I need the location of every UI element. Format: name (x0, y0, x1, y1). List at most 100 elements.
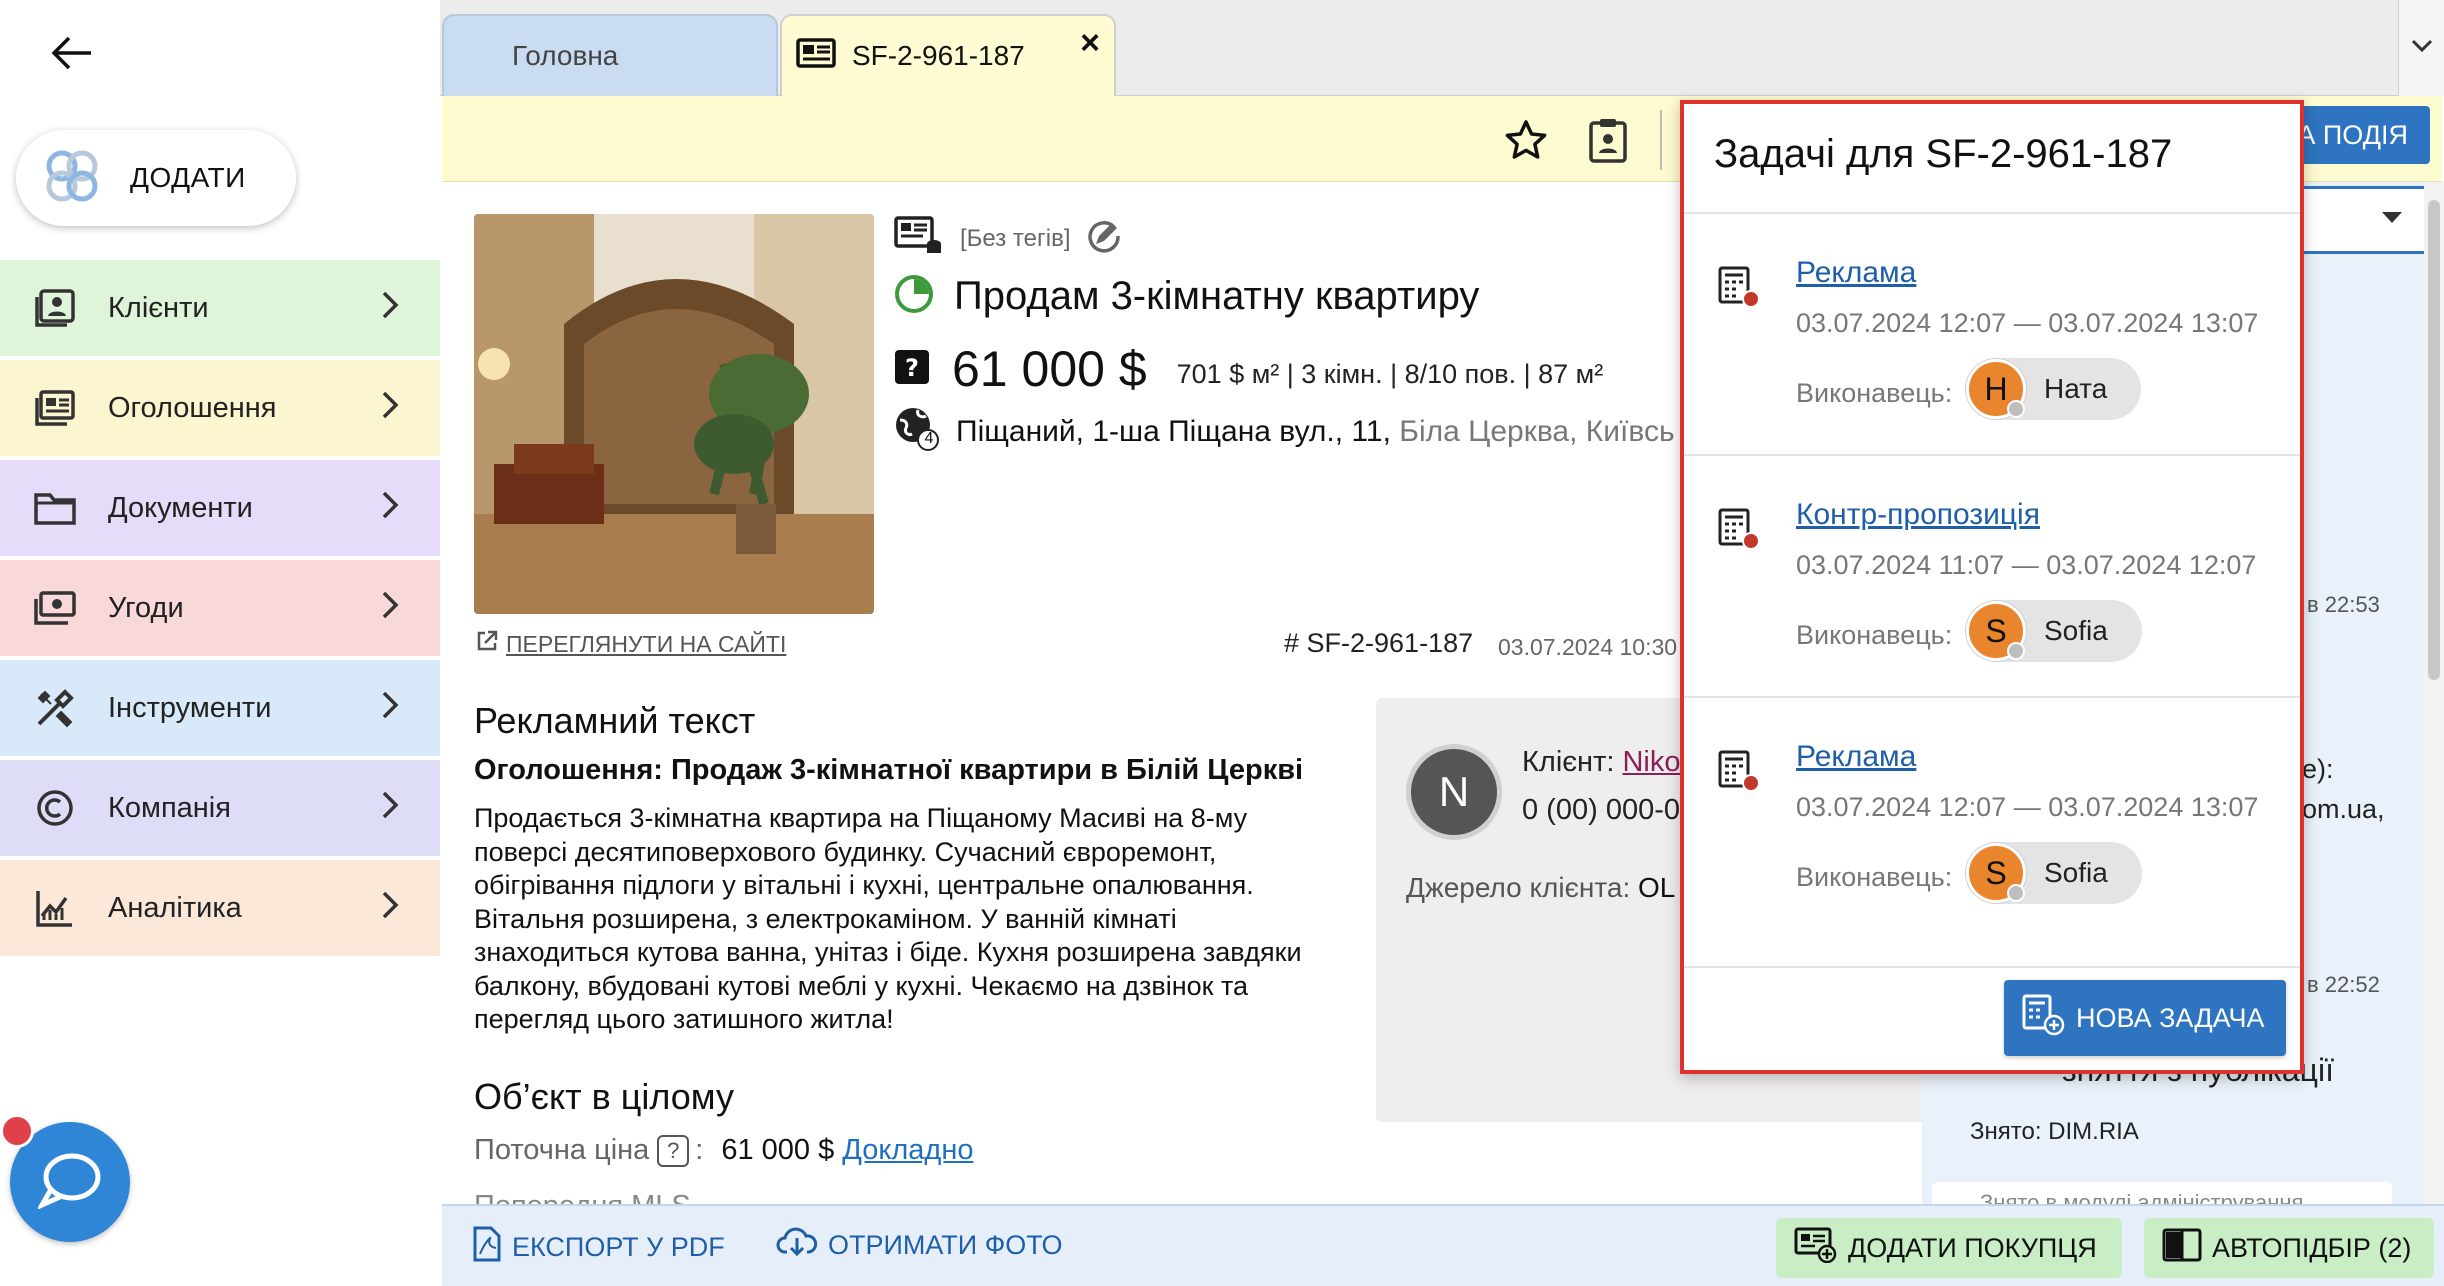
task-item[interactable]: Реклама 03.07.2024 12:07 — 03.07.2024 13… (1684, 214, 2300, 454)
view-on-site-link[interactable]: ПЕРЕГЛЯНУТИ НА САЙТІ (476, 630, 786, 658)
task-item[interactable]: Реклама 03.07.2024 12:07 — 03.07.2024 13… (1684, 698, 2300, 938)
favorite-star-icon[interactable] (1498, 112, 1554, 168)
chevron-down-icon (2411, 39, 2433, 58)
autoselect-button[interactable]: АВТОПІДБІР (2) (2144, 1218, 2434, 1278)
sidebar-item-clients[interactable]: Клієнти (0, 260, 440, 356)
event-text: е): (2302, 754, 2334, 784)
add-buyer-label: ДОДАТИ ПОКУПЦЯ (1848, 1232, 2097, 1263)
scrollbar-thumb[interactable] (2428, 200, 2440, 680)
tabs-dropdown-button[interactable] (2398, 0, 2444, 96)
chevron-right-icon (380, 590, 400, 625)
sidebar-item-tools[interactable]: Інструменти (0, 660, 440, 756)
status-pie-icon (894, 274, 934, 319)
assignee-chip[interactable]: S Sofia (1966, 842, 2142, 904)
sidebar-item-documents[interactable]: Документи (0, 460, 440, 556)
copyright-icon (32, 785, 78, 831)
client-label: Клієнт: Nikol (1522, 746, 1687, 779)
listing-price: 61 000 $ (952, 341, 1147, 397)
external-link-icon (476, 630, 498, 658)
globe-icon[interactable]: 4 (894, 406, 940, 457)
sidebar-nav: Клієнти Оголошення Документи Угоди Інстр… (0, 260, 440, 960)
new-task-button[interactable]: НОВА ЗАДАЧА (2004, 980, 2286, 1056)
clipboard-icon[interactable] (1580, 112, 1636, 168)
current-price-value: 61 000 $ (721, 1134, 835, 1166)
listing-address: Піщаний, 1-ша Піщана вул., 11, Біла Церк… (956, 415, 1675, 449)
bottom-action-bar: ЕКСПОРТ У PDF ОТРИМАТИ ФОТО ДОДАТИ ПОКУП… (442, 1204, 2444, 1286)
client-name-link[interactable]: Nikol (1622, 746, 1686, 778)
popup-title: Задачі для SF-2-961-187 (1714, 132, 2173, 176)
avatar: Н (1966, 359, 2026, 419)
contacts-icon (32, 285, 78, 331)
tab-listing[interactable]: SF-2-961-187 × (780, 14, 1116, 96)
sidebar-item-company[interactable]: Компанія (0, 760, 440, 856)
toolbar-divider (1660, 110, 1662, 170)
chevron-right-icon (380, 790, 400, 825)
close-icon[interactable]: × (1080, 24, 1100, 63)
sidebar-item-deals[interactable]: Угоди (0, 560, 440, 656)
avatar: S (1966, 843, 2026, 903)
cut-off-text: Попередня MLS (474, 1190, 691, 1204)
chevron-right-icon (380, 890, 400, 925)
listing-address-row: 4 Піщаний, 1-ша Піщана вул., 11, Біла Це… (894, 406, 1675, 457)
sidebar-item-analytics[interactable]: Аналітика (0, 860, 440, 956)
avatar-initial: S (1985, 854, 2007, 891)
get-photo-button[interactable]: ОТРИМАТИ ФОТО (776, 1226, 1063, 1265)
task-dates: 03.07.2024 11:07 — 03.07.2024 12:07 (1796, 550, 2257, 580)
svg-text:?: ? (905, 354, 919, 382)
task-name-link[interactable]: Реклама (1796, 256, 1916, 290)
listing-tags: [Без тегів] (960, 224, 1071, 252)
edit-tags-icon[interactable] (1084, 217, 1122, 260)
status-dot (2007, 642, 2025, 660)
add-logo-icon (42, 146, 102, 211)
client-source-value: OL (1638, 872, 1676, 903)
help-question-icon[interactable]: ? (657, 1134, 690, 1167)
sidebar-item-label: Угоди (108, 591, 184, 624)
event-text: om.ua, (2302, 794, 2385, 824)
view-on-site-label: ПЕРЕГЛЯНУТИ НА САЙТІ (506, 630, 787, 657)
current-price-row: Поточна ціна ? : 61 000 $ Докладно (474, 1134, 973, 1167)
add-button-label: ДОДАТИ (130, 162, 246, 193)
task-item[interactable]: Контр-пропозиція 03.07.2024 11:07 — 03.0… (1684, 456, 2300, 696)
client-label-text: Клієнт: (1522, 746, 1615, 778)
help-question-icon[interactable]: ? (894, 349, 930, 390)
new-task-label: НОВА ЗАДАЧА (2076, 1002, 2265, 1033)
add-button[interactable]: ДОДАТИ (16, 130, 296, 226)
tab-home[interactable]: Головна (442, 14, 778, 96)
object-heading: Об’єкт в цілому (474, 1076, 734, 1117)
event-time: і в 22:53 (2296, 592, 2380, 617)
listing-price-row: ? 61 000 $ 701 $ м² | 3 кімн. | 8/10 пов… (894, 340, 1603, 398)
event-note-text: Знято в модулі адміністрування (1980, 1190, 2304, 1204)
export-pdf-button[interactable]: ЕКСПОРТ У PDF (472, 1226, 725, 1269)
chevron-down-icon (2381, 211, 2403, 230)
tab-label: SF-2-961-187 (852, 40, 1025, 71)
book-icon (2162, 1228, 2202, 1269)
back-arrow-icon[interactable] (40, 22, 102, 84)
assignee-label: Виконавець: (1796, 620, 1953, 650)
client-source-label: Джерело клієнта: (1406, 872, 1631, 903)
sidebar-item-listings[interactable]: Оголошення (0, 360, 440, 456)
client-source: Джерело клієнта: OL (1406, 872, 1675, 904)
add-buyer-icon (1794, 1227, 1838, 1270)
assignee-name: Sofia (2044, 615, 2108, 646)
tab-bar: Головна SF-2-961-187 × (440, 0, 2444, 96)
status-dot (2007, 400, 2025, 418)
chevron-right-icon (380, 690, 400, 725)
listing-photo[interactable] (474, 214, 874, 614)
details-link[interactable]: Докладно (842, 1134, 973, 1167)
assignee-chip[interactable]: Н Ната (1966, 358, 2142, 420)
client-phone: 0 (00) 000-00 (1522, 794, 1697, 826)
export-pdf-label: ЕКСПОРТ У PDF (512, 1232, 725, 1262)
add-buyer-button[interactable]: ДОДАТИ ПОКУПЦЯ (1776, 1218, 2122, 1278)
listing-card-icon (796, 37, 836, 75)
listing-icon (32, 385, 78, 431)
event-time: і в 22:52 (2296, 972, 2380, 997)
task-name-link[interactable]: Реклама (1796, 740, 1916, 774)
listing-meta: [Без тегів] (894, 216, 1122, 261)
ad-body: Продається 3-кімнатна квартира на Піщано… (474, 803, 1302, 1034)
chat-bubble-icon (36, 1151, 102, 1214)
tools-icon (32, 685, 78, 731)
chevron-right-icon (380, 290, 400, 325)
assignee-chip[interactable]: S Sofia (1966, 600, 2142, 662)
task-name-link[interactable]: Контр-пропозиція (1796, 498, 2040, 532)
task-calculator-icon (1718, 750, 1762, 799)
